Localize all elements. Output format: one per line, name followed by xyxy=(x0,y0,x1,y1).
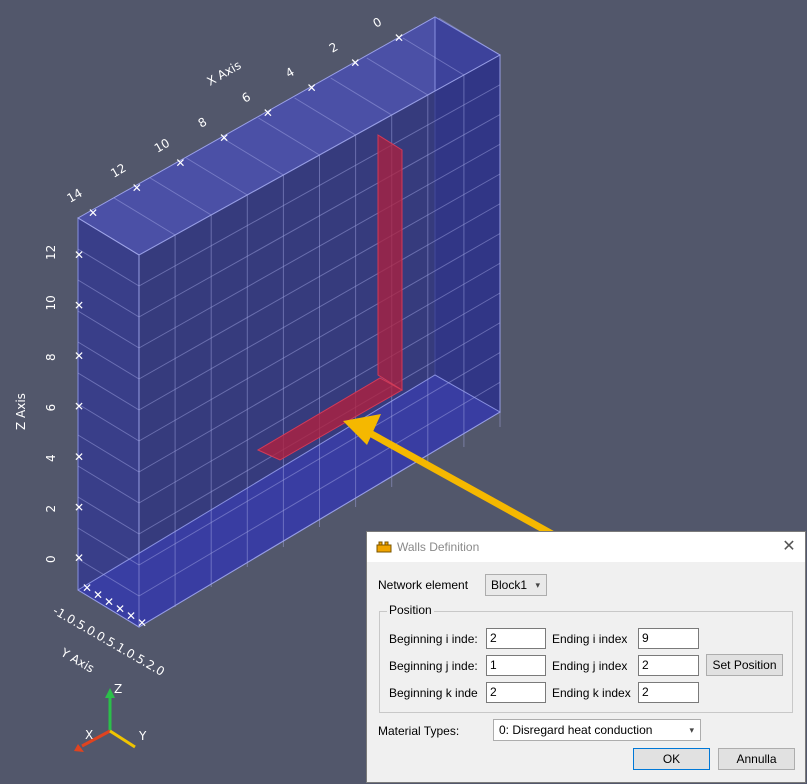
x-axis-tick-mark: ✕ xyxy=(394,31,404,45)
z-axis-tick-mark: ✕ xyxy=(74,450,84,464)
material-types-select[interactable]: 0: Disregard heat conduction ▾ xyxy=(493,719,701,741)
orientation-widget: Z X Y xyxy=(74,682,147,752)
x-axis-tick-mark: ✕ xyxy=(88,206,98,220)
orientation-y-label: Y xyxy=(138,729,147,743)
ending-i-input[interactable]: 9 xyxy=(638,628,699,649)
ending-k-input[interactable]: 2 xyxy=(638,682,699,703)
x-axis-tick-mark: ✕ xyxy=(132,181,142,195)
z-axis-tick-mark: ✕ xyxy=(74,551,84,565)
close-button[interactable]: ✕ xyxy=(773,532,805,562)
dialog-title: Walls Definition xyxy=(397,540,480,554)
orientation-z-label: Z xyxy=(114,682,122,696)
x-axis-title: X Axis xyxy=(205,58,244,89)
z-axis-tick-mark: ✕ xyxy=(74,299,84,313)
beginning-k-label: Beginning k inde xyxy=(389,686,478,700)
cancel-button[interactable]: Annulla xyxy=(718,748,795,770)
beginning-j-label: Beginning j inde: xyxy=(389,659,478,673)
dialog-titlebar[interactable]: Walls Definition ✕ xyxy=(367,532,805,562)
chevron-down-icon: ▾ xyxy=(689,725,694,735)
ending-i-label: Ending i index xyxy=(552,632,628,646)
ok-button[interactable]: OK xyxy=(633,748,710,770)
beginning-k-input[interactable]: 2 xyxy=(486,682,546,703)
z-axis-tick-mark: ✕ xyxy=(74,501,84,515)
beginning-j-input[interactable]: 1 xyxy=(486,655,546,676)
position-group-title: Position xyxy=(387,603,434,617)
y-axis-tick-mark: ✕ xyxy=(115,602,125,616)
x-axis-tick-mark: ✕ xyxy=(175,156,185,170)
y-axis-title: Y Axis xyxy=(58,645,97,676)
material-types-label: Material Types: xyxy=(378,724,460,738)
orientation-x-label: X xyxy=(85,728,93,742)
x-axis-tick-label: 10 xyxy=(152,136,172,156)
x-axis-tick-label: 6 xyxy=(239,90,253,106)
beginning-i-label: Beginning i inde: xyxy=(389,632,478,646)
network-element-label: Network element xyxy=(378,578,469,592)
x-axis-tick-mark: ✕ xyxy=(263,106,273,120)
z-axis-tick-label: 4 xyxy=(44,454,58,462)
x-axis-tick-mark: ✕ xyxy=(219,131,229,145)
y-axis-tick-mark: ✕ xyxy=(137,616,147,630)
y-axis-tick-mark: ✕ xyxy=(104,595,114,609)
network-element-select[interactable]: Block1 ▾ xyxy=(485,574,547,596)
ending-j-input[interactable]: 2 xyxy=(638,655,699,676)
z-axis-tick-label: 8 xyxy=(44,353,58,361)
wall-vertical xyxy=(377,134,403,391)
walls-definition-dialog: Walls Definition ✕ Network element Block… xyxy=(366,531,806,783)
close-icon: ✕ xyxy=(782,538,796,555)
beginning-i-input[interactable]: 2 xyxy=(486,628,546,649)
material-types-value: 0: Disregard heat conduction xyxy=(499,723,653,737)
z-axis-tick-mark: ✕ xyxy=(74,400,84,414)
z-axis-tick-mark: ✕ xyxy=(74,248,84,262)
x-axis-tick-label: 4 xyxy=(283,65,297,81)
ending-k-label: Ending k index xyxy=(552,686,631,700)
z-axis-tick-label: 2 xyxy=(44,505,58,513)
y-axis-tick-mark: ✕ xyxy=(93,588,103,602)
z-axis-tick-label: 6 xyxy=(44,404,58,412)
set-position-button[interactable]: Set Position xyxy=(706,654,783,676)
y-axis-tick-mark: ✕ xyxy=(82,581,92,595)
x-axis-tick-mark: ✕ xyxy=(307,81,317,95)
z-axis-title: Z Axis xyxy=(14,393,28,430)
x-axis-tick-label: 2 xyxy=(327,40,341,56)
y-axis-tick-mark: ✕ xyxy=(126,609,136,623)
x-axis-tick-mark: ✕ xyxy=(350,56,360,70)
z-axis-tick-label: 12 xyxy=(44,245,58,260)
z-axis-tick-label: 10 xyxy=(44,295,58,310)
x-axis-tick-label: 0 xyxy=(371,15,385,31)
chevron-down-icon: ▾ xyxy=(535,580,540,590)
x-axis-tick-label: 12 xyxy=(108,161,128,181)
z-axis-tick-label: 0 xyxy=(44,555,58,563)
network-element-value: Block1 xyxy=(491,578,528,592)
x-axis-tick-label: 14 xyxy=(65,186,85,206)
app-logo-icon xyxy=(376,541,392,553)
ending-j-label: Ending j index xyxy=(552,659,628,673)
z-axis-tick-mark: ✕ xyxy=(74,349,84,363)
x-axis-tick-label: 8 xyxy=(196,115,210,131)
